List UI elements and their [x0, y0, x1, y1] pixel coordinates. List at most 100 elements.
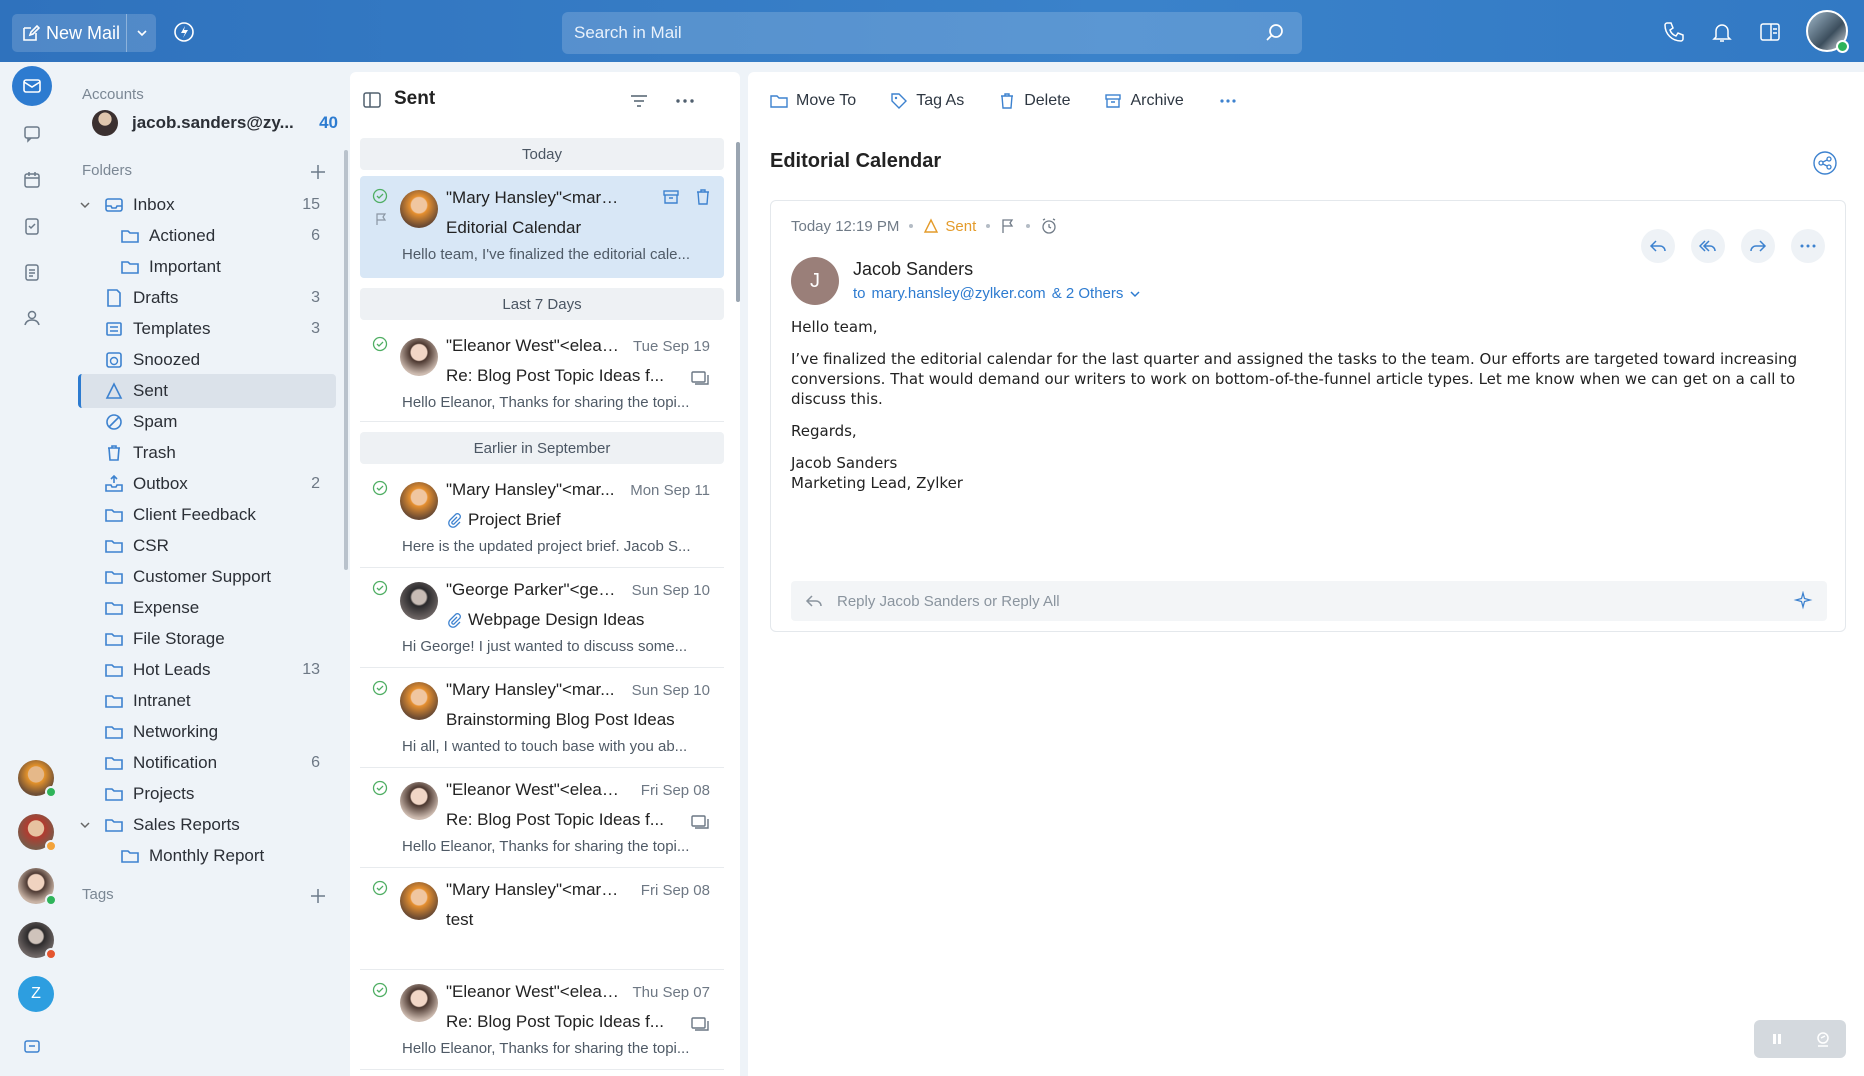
rail-calendar-button[interactable]	[12, 160, 52, 200]
new-mail-button[interactable]: New Mail	[12, 14, 126, 52]
folder-file-storage[interactable]: File Storage	[78, 622, 336, 656]
add-folder-icon[interactable]	[308, 162, 328, 182]
folder-customer-support[interactable]: Customer Support	[78, 560, 336, 594]
new-mail-dropdown[interactable]	[126, 14, 156, 52]
message-item[interactable]: "Mary Hansley"<mar... Mon Sep 11 Project…	[360, 468, 724, 568]
quick-actions-button[interactable]	[172, 20, 200, 48]
email-more-button[interactable]	[1791, 229, 1825, 263]
sent-check-icon[interactable]	[372, 880, 388, 896]
add-tag-icon[interactable]	[308, 886, 328, 906]
layout-panel-icon[interactable]	[1758, 20, 1782, 44]
folder-client-feedback[interactable]: Client Feedback	[78, 498, 336, 532]
message-item[interactable]: "Mary Hansley"<mary.... Editorial Calend…	[360, 176, 724, 278]
reply-button[interactable]	[1641, 229, 1675, 263]
rail-chat-button[interactable]	[12, 114, 52, 154]
more-options-icon[interactable]	[674, 90, 696, 112]
rail-notes-button[interactable]	[12, 252, 52, 292]
ai-sparkle-icon[interactable]	[1793, 591, 1813, 611]
message-item[interactable]: "Mary Hansley"<mar... Sun Sep 10 Brainst…	[360, 668, 724, 768]
sent-check-icon[interactable]	[372, 680, 388, 696]
reminder-clock-icon[interactable]	[1040, 217, 1058, 235]
folder-notification[interactable]: Notification 6	[78, 746, 336, 780]
tag-as-button[interactable]: Tag As	[890, 92, 964, 110]
sent-check-icon[interactable]	[372, 188, 388, 204]
folder-templates[interactable]: Templates 3	[78, 312, 336, 346]
message-item[interactable]: "George Parker"<geo... Sun Sep 10 Webpag…	[360, 568, 724, 668]
chevron-down-icon[interactable]	[78, 199, 92, 211]
contact-avatar[interactable]	[18, 922, 57, 960]
message-item[interactable]: "Eleanor West"<elean... Tue Sep 19 Re: B…	[360, 324, 724, 422]
chevron-down-icon[interactable]	[1129, 288, 1141, 300]
phone-icon[interactable]	[1662, 20, 1686, 44]
separator-dot	[1026, 224, 1031, 228]
bell-icon[interactable]	[1710, 20, 1734, 44]
trash-icon[interactable]	[694, 188, 712, 206]
contact-avatar[interactable]	[18, 868, 57, 906]
sent-check-icon[interactable]	[372, 336, 388, 352]
folder-csr[interactable]: CSR	[78, 529, 336, 563]
folder-spam[interactable]: Spam	[78, 405, 336, 439]
collapse-panel-icon[interactable]	[362, 90, 382, 110]
folder-icon	[105, 695, 123, 708]
archive-icon[interactable]	[662, 188, 680, 206]
folders-scrollbar[interactable]	[344, 150, 348, 570]
folder-intranet[interactable]: Intranet	[78, 684, 336, 718]
annotate-icon[interactable]	[1814, 1030, 1832, 1048]
message-subject: Editorial Calendar	[446, 218, 676, 238]
recipient-address[interactable]: mary.hansley@zylker.com	[872, 285, 1046, 302]
folder-drafts[interactable]: Drafts 3	[78, 281, 336, 315]
flag-icon[interactable]	[1000, 218, 1016, 234]
sent-check-icon[interactable]	[372, 580, 388, 596]
message-list-scrollbar[interactable]	[736, 142, 740, 302]
quick-reply-input[interactable]: Reply Jacob Sanders or Reply All	[791, 581, 1827, 621]
folder-networking[interactable]: Networking	[78, 715, 336, 749]
rail-feedback-button[interactable]	[12, 1028, 52, 1068]
toolbar-more-button[interactable]	[1218, 91, 1238, 111]
sent-check-icon[interactable]	[372, 982, 388, 998]
sent-check-icon[interactable]	[372, 780, 388, 796]
folder-trash[interactable]: Trash	[78, 436, 336, 470]
reply-all-button[interactable]	[1691, 229, 1725, 263]
contact-avatar-z[interactable]: Z	[18, 976, 54, 1012]
folder-actioned[interactable]: Actioned 6	[78, 219, 336, 253]
contact-avatar[interactable]	[18, 814, 57, 852]
folder-projects[interactable]: Projects	[78, 777, 336, 811]
delete-button[interactable]: Delete	[998, 92, 1070, 110]
folder-outbox[interactable]: Outbox 2	[78, 467, 336, 501]
search-icon[interactable]	[1264, 22, 1286, 44]
sent-check-icon[interactable]	[372, 480, 388, 496]
message-preview: Hello team, I've finalized the editorial…	[402, 246, 691, 263]
share-icon[interactable]	[1812, 150, 1838, 176]
message-item[interactable]: "Eleanor West"<elean... Thu Sep 07 Re: B…	[360, 970, 724, 1070]
rail-mail-button[interactable]	[12, 66, 52, 106]
folder-important[interactable]: Important	[78, 250, 336, 284]
flag-icon[interactable]	[374, 212, 388, 226]
recipients-others[interactable]: & 2 Others	[1052, 285, 1124, 302]
folder-monthly-report[interactable]: Monthly Report	[78, 839, 336, 873]
rail-tasks-button[interactable]	[12, 206, 52, 246]
account-item[interactable]: jacob.sanders@zy... 40	[92, 106, 338, 140]
message-item[interactable]: "Eleanor West"<elean... Fri Sep 08 Re: B…	[360, 768, 724, 868]
signature-name: Jacob Sanders	[791, 454, 898, 472]
recipients-line[interactable]: to mary.hansley@zylker.com & 2 Others	[853, 285, 1141, 302]
forward-button[interactable]	[1741, 229, 1775, 263]
email-subject: Editorial Calendar	[770, 150, 942, 172]
folder-sent[interactable]: Sent	[78, 374, 336, 408]
folder-expense[interactable]: Expense	[78, 591, 336, 625]
rail-contacts-button[interactable]	[12, 298, 52, 338]
archive-button[interactable]: Archive	[1104, 92, 1184, 110]
search-input[interactable]: Search in Mail	[562, 12, 1302, 54]
folder-inbox[interactable]: Inbox 15	[78, 188, 336, 222]
folder-hot-leads[interactable]: Hot Leads 13	[78, 653, 336, 687]
sender-name[interactable]: Jacob Sanders	[853, 259, 973, 280]
move-to-button[interactable]: Move To	[770, 92, 856, 110]
folder-snoozed[interactable]: Snoozed	[78, 343, 336, 377]
chevron-down-icon[interactable]	[78, 819, 92, 831]
message-item[interactable]: "Mary Hansley"<mary.... Fri Sep 08 test	[360, 868, 724, 970]
user-avatar[interactable]	[1806, 10, 1849, 53]
pause-icon[interactable]	[1769, 1031, 1785, 1047]
contact-avatar[interactable]	[18, 760, 57, 798]
filter-icon[interactable]	[628, 90, 650, 112]
message-subject-text: test	[446, 910, 474, 929]
folder-sales-reports[interactable]: Sales Reports	[78, 808, 336, 842]
